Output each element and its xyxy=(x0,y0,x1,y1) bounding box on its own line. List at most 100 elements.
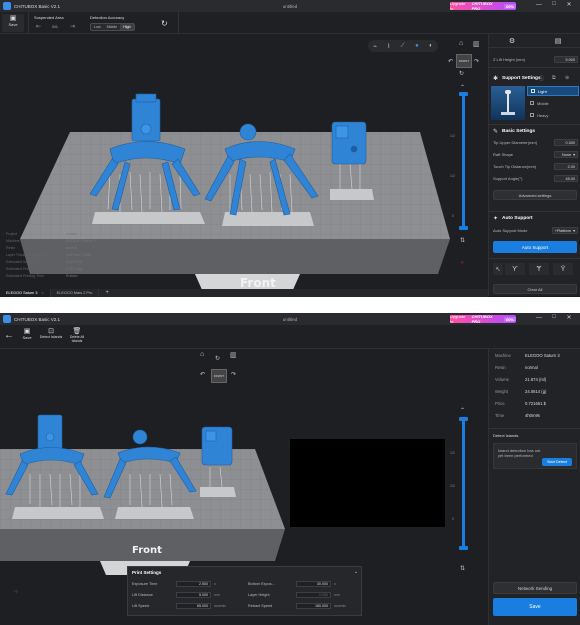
auto-support-button[interactable]: Auto Support xyxy=(493,241,577,253)
maximize-icon[interactable]: □ xyxy=(547,1,561,7)
touch-tip-input[interactable]: 2.00 xyxy=(554,163,578,170)
support-tool-2-icon[interactable]: Ɏ xyxy=(529,263,549,275)
tip-diameter-input[interactable]: 0.300 xyxy=(554,139,578,146)
layer-height-input[interactable]: 0.050 xyxy=(296,592,331,598)
layer-slider[interactable] xyxy=(462,94,465,229)
app-logo-icon xyxy=(3,315,11,323)
layer-slider-bottom-handle[interactable] xyxy=(459,546,468,550)
density-light[interactable]: Light xyxy=(527,86,579,96)
rotate-left-icon[interactable]: ↶ xyxy=(200,371,205,378)
layer-slider-top-handle[interactable] xyxy=(459,417,468,421)
rotate-right-icon[interactable]: ↷ xyxy=(231,371,236,378)
retract-speed-input[interactable]: 180.000 xyxy=(296,603,331,609)
accuracy-segmented[interactable]: Low Middle High xyxy=(90,23,135,31)
raft-shape-select[interactable]: None ▾ xyxy=(554,151,578,158)
nav-cube[interactable]: FRONT xyxy=(211,369,227,383)
slider-up-icon[interactable]: ⌃ xyxy=(460,84,465,91)
copy-icon[interactable]: ⧉ xyxy=(552,75,556,81)
back-arrow-icon[interactable]: ← xyxy=(4,330,14,341)
close-icon[interactable]: ✕ xyxy=(562,1,576,8)
swap-icon[interactable]: ⇅ xyxy=(460,237,465,244)
home-view-icon[interactable]: ⌂ xyxy=(459,40,463,47)
delete-islands-button[interactable]: 🗑 Delete All Islands xyxy=(66,327,88,347)
accuracy-low[interactable]: Low xyxy=(91,24,104,30)
refresh-icon[interactable]: ↻ xyxy=(161,19,168,28)
support-edit-icon[interactable]: ⌇ xyxy=(387,43,390,50)
exposure-time-input[interactable]: 2.500 xyxy=(176,581,211,587)
rotate-down-icon[interactable]: ↻ xyxy=(215,355,220,362)
suspended-prev-icon[interactable]: ⇤ xyxy=(36,23,41,30)
lift-speed-input[interactable]: 65.000 xyxy=(176,603,211,609)
view-shaded-icon[interactable]: ● xyxy=(415,43,419,49)
support-tab-icon[interactable]: ▤ xyxy=(535,34,580,47)
density-middle[interactable]: Middle xyxy=(527,98,579,108)
support-tool-pointer-icon[interactable]: ↖ xyxy=(493,263,503,275)
bottom-toolbar: ← ▣ Save ⊡ Detect islands 🗑 Delete All I… xyxy=(0,325,580,349)
bottom-title-bar: CHITUBOX Basic V2.1 untitled Upgrade to … xyxy=(0,313,580,325)
home-view-icon[interactable]: ⌂ xyxy=(200,351,204,358)
view-xray-icon[interactable]: ◐ xyxy=(429,43,433,49)
perspective-icon[interactable]: ▥ xyxy=(473,40,480,48)
layer-slider-top-handle[interactable] xyxy=(459,92,468,96)
bottom-3d-viewport[interactable]: Front ⌂ ▥ ↻ FRONT ↶ ↷ ⌃ 1/2 1/2 0 ⇅ ⊹ Pr… xyxy=(0,349,488,625)
rotate-down-icon[interactable]: ↻ xyxy=(459,70,464,77)
save-button[interactable]: ▣ Save xyxy=(2,14,24,32)
save-button[interactable]: ▣ Save xyxy=(18,327,36,347)
wand-icon[interactable]: ⟋ xyxy=(401,43,405,50)
swap-icon[interactable]: ⇅ xyxy=(460,565,465,572)
maximize-icon[interactable]: □ xyxy=(547,314,561,320)
tab-mars2pro[interactable]: ELEGOO Mars 2 Pro xyxy=(51,289,100,297)
tab-saturn3[interactable]: ELEGOO Saturn 3 × xyxy=(0,289,51,297)
close-icon[interactable]: ✕ xyxy=(562,314,576,321)
lift-distance-input[interactable]: 5.000 xyxy=(176,592,211,598)
save-icon: ▣ xyxy=(9,15,17,22)
lift-height-input[interactable]: 5.000 xyxy=(554,56,578,63)
density-heavy[interactable]: Heavy xyxy=(527,110,579,120)
save-slice-button[interactable]: Save xyxy=(493,598,577,616)
minimize-icon[interactable]: — xyxy=(532,315,546,321)
print-settings-title: Print Settings xyxy=(132,570,162,575)
detect-islands-button[interactable]: ⊡ Detect islands xyxy=(38,327,64,347)
bottom-exposure-input[interactable]: 30.000 xyxy=(296,581,331,587)
suspended-next-icon[interactable]: ⇥ xyxy=(70,23,75,30)
network-sending-button[interactable]: Network Sending xyxy=(493,582,577,594)
detect-islands-box: Island detection has not yet been perfor… xyxy=(493,443,577,469)
app-logo-icon xyxy=(3,2,11,10)
detect-islands-icon: ⊡ xyxy=(48,328,54,335)
support-tool-1-icon[interactable]: ϒ xyxy=(505,263,525,275)
layer-slider[interactable] xyxy=(462,419,465,549)
basic-settings-title: Basic Settings xyxy=(502,129,536,134)
minimize-icon[interactable]: — xyxy=(532,2,546,8)
support-settings-icon: ✱ xyxy=(493,76,499,82)
top-title-bar: CHITUBOX Basic V2.1 untitled Upgrade to … xyxy=(0,0,580,12)
collapse-chevron-icon[interactable]: ⌄ xyxy=(354,569,358,575)
layer-slider-bottom-handle[interactable] xyxy=(459,226,468,230)
accuracy-middle[interactable]: Middle xyxy=(104,24,121,30)
clear-all-button[interactable]: Clear All xyxy=(493,284,577,294)
support-angle-input[interactable]: 45.00 xyxy=(554,175,578,182)
nav-cube[interactable]: FRONT xyxy=(456,54,472,68)
accuracy-high[interactable]: High xyxy=(120,24,134,30)
start-detect-button[interactable]: Start Detect xyxy=(542,458,572,466)
detect-islands-message: Island detection has not yet been perfor… xyxy=(498,448,541,458)
rotate-right-icon[interactable]: ↷ xyxy=(474,58,479,65)
support-tool-3-icon[interactable]: Ÿ xyxy=(553,263,573,275)
print-settings-panel: Print Settings ⌄ Exposure Time 2.500 s B… xyxy=(127,566,362,616)
add-tab-icon[interactable]: + xyxy=(99,289,115,297)
top-3d-viewport[interactable]: Front Project untitled Machine ELEGOO Satu… xyxy=(0,34,488,289)
add-icon[interactable]: ⊕ xyxy=(565,75,569,81)
slider-up-icon[interactable]: ⌃ xyxy=(460,407,465,414)
printer-tabs: ELEGOO Saturn 3 × ELEGOO Mars 2 Pro + xyxy=(0,289,488,297)
settings-tab-icon[interactable]: ⚙ xyxy=(489,34,535,47)
support-settings-title: Support Settings xyxy=(502,76,541,81)
support-mode-icon[interactable]: ⌁ xyxy=(373,43,377,50)
help-icon[interactable]: ⓘ xyxy=(539,75,544,82)
upgrade-button[interactable]: Upgrade to CHITUBOX PRO 60% xyxy=(450,1,516,11)
auto-support-icon: ✦ xyxy=(493,216,499,222)
advanced-settings-button[interactable]: Advanced settings xyxy=(493,190,577,200)
auto-support-mode-select[interactable]: +Platform ▾ xyxy=(552,227,578,234)
perspective-icon[interactable]: ▥ xyxy=(230,351,237,359)
layer-preview-image xyxy=(290,439,445,527)
rotate-left-icon[interactable]: ↶ xyxy=(448,58,453,65)
upgrade-button[interactable]: Upgrade to CHITUBOX PRO 60% xyxy=(450,314,516,324)
